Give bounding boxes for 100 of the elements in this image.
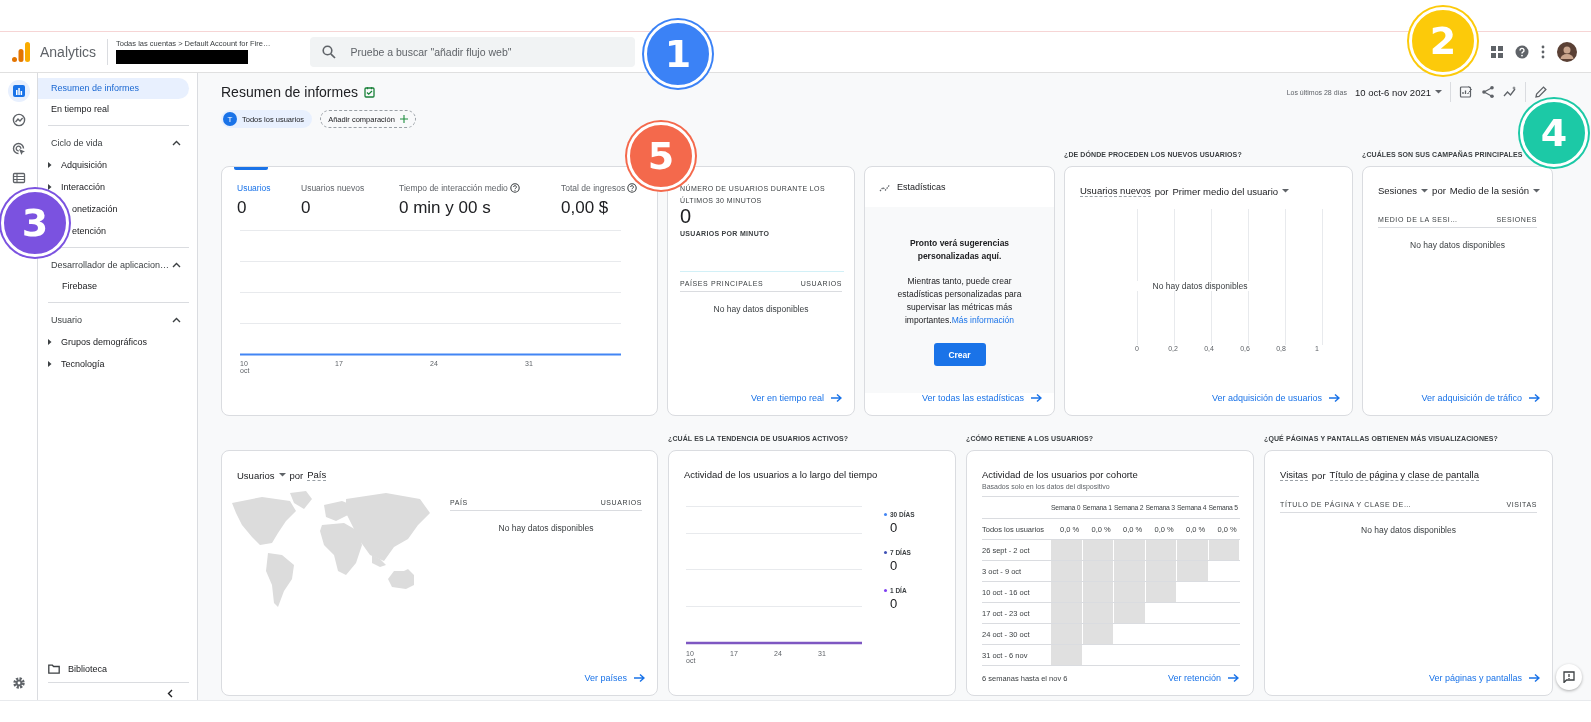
card-link[interactable]: Ver en tiempo real (750, 393, 842, 403)
card-link[interactable]: Ver todas las estadísticas (921, 393, 1042, 403)
card-link[interactable]: Ver adquisición de usuarios (1211, 393, 1340, 403)
search-icon (322, 45, 337, 59)
legend-value: 0 (890, 520, 899, 535)
library-link[interactable]: Biblioteca (38, 664, 189, 682)
card-title: Actividad de los usuarios por cohorte (981, 468, 1139, 480)
target-cursor-icon (11, 142, 26, 156)
gauge-icon (11, 113, 26, 127)
tab-indicator (234, 167, 268, 170)
empty-message: No hay datos disponibles (497, 523, 595, 533)
caret-icon (1435, 90, 1442, 94)
insights-message: Pronto verá sugerencias personalizadas aquí. (908, 237, 1011, 263)
dimension-dropdown[interactable]: Usuarios (237, 469, 286, 481)
nav-item[interactable]: En tiempo real (38, 99, 189, 120)
search-input[interactable]: Pruebe a buscar "añadir flujo web" (350, 37, 624, 67)
caret-icon (1282, 189, 1290, 193)
date-range-picker[interactable]: 10 oct-6 nov 2021 (1354, 86, 1442, 98)
caret-icon (1421, 188, 1429, 193)
empty-message: No hay datos disponibles (1409, 240, 1506, 250)
chevron-icon (172, 317, 181, 323)
collapse-chevron-icon[interactable] (167, 689, 173, 698)
help-icon (627, 183, 638, 193)
segment-initial: T (223, 112, 237, 126)
feedback-icon[interactable] (1563, 671, 1575, 683)
title-text: por (289, 469, 304, 481)
report-title: Resumen de informes (221, 84, 358, 100)
insights-icon[interactable] (1503, 85, 1517, 99)
checked-document-icon (363, 86, 375, 98)
help-icon (509, 183, 520, 193)
arrow-icon (1030, 393, 1042, 403)
bar-chart-icon (11, 84, 26, 98)
edit-chart-icon[interactable] (1459, 85, 1473, 99)
nav-item[interactable]: Tecnología (38, 358, 105, 370)
dimension-dropdown[interactable]: Primer medio del usuario (1172, 185, 1290, 197)
card-link[interactable]: Ver países (584, 673, 645, 683)
dimension-dropdown[interactable]: Sesiones (1378, 185, 1429, 196)
dimension-link[interactable]: Usuarios nuevos (1080, 185, 1151, 197)
callout-badge: 1 (644, 20, 712, 88)
empty-message: No hay datos disponibles (712, 304, 810, 314)
nav-item[interactable]: Adquisición (38, 159, 108, 171)
nav-section-header[interactable]: Ciclo de vida (51, 137, 189, 149)
title-text: por (1311, 469, 1326, 481)
rail-button[interactable] (7, 80, 30, 102)
insights-icon (879, 182, 891, 192)
realtime-value: 0 (680, 207, 693, 225)
metric-tab[interactable]: Total de ingresos 0,00 $ (561, 183, 638, 218)
more-icon[interactable] (1541, 45, 1545, 59)
card-link[interactable]: Ver páginas y pantallas (1428, 673, 1540, 683)
nav-section-header[interactable]: Usuario (51, 314, 189, 326)
arrow-icon (830, 393, 842, 403)
folder-icon (48, 664, 60, 674)
card-title: Estadísticas (897, 182, 946, 192)
search-field[interactable]: Pruebe a buscar "añadir flujo web" (310, 37, 636, 67)
nav-item[interactable]: Resumen de informes (38, 78, 189, 99)
chevron-icon (172, 140, 181, 146)
dimension-dropdown[interactable]: Medio de la sesión (1449, 185, 1541, 196)
arrow-icon (1528, 673, 1540, 683)
product-name: Analytics (40, 44, 97, 60)
logo-icon (11, 41, 31, 63)
nav-item[interactable]: Grupos demográficos (38, 336, 148, 348)
callout-badge: 2 (1409, 7, 1477, 75)
nav-item[interactable]: etención (72, 225, 107, 237)
insights-description: Mientras tanto, puede crear estadísticas personalizadas para supervisar las métricas más importantes.Más información (896, 275, 1023, 327)
apps-icon[interactable] (1491, 46, 1503, 58)
title-text: por (1154, 185, 1169, 197)
arrow-icon (1528, 393, 1540, 403)
card-link[interactable]: Ver adquisición de tráfico (1421, 393, 1540, 403)
nav-item[interactable]: Firebase (38, 276, 189, 297)
help-icon[interactable] (1515, 45, 1529, 59)
list-icon (11, 171, 26, 185)
chevron-icon (172, 262, 181, 268)
nav-section-header[interactable]: Desarrollador de aplicacion… (51, 259, 189, 271)
legend-value: 0 (890, 558, 899, 573)
share-icon[interactable] (1481, 85, 1495, 99)
caret-icon (1533, 188, 1541, 193)
collapsed-triangle-icon (47, 339, 52, 345)
settings-icon[interactable] (11, 676, 26, 690)
title-text: por (1432, 185, 1446, 196)
collapsed-triangle-icon (47, 162, 52, 168)
arrow-icon (633, 673, 645, 683)
metric-tab[interactable]: Tiempo de interacción medio 0 min y 00 s (399, 183, 561, 218)
metric-tab[interactable]: Usuarios 0 (237, 183, 301, 218)
plus-icon (399, 115, 408, 123)
dimension-link[interactable]: País (307, 469, 327, 481)
legend-value: 0 (890, 596, 899, 611)
dimension-link[interactable]: Título de página y clase de pantalla (1329, 469, 1479, 481)
pencil-icon[interactable] (1534, 85, 1548, 99)
create-button[interactable]: Crear (933, 343, 986, 366)
dimension-link[interactable]: Visitas (1280, 469, 1308, 481)
avatar[interactable] (1557, 42, 1577, 62)
metric-tab[interactable]: Usuarios nuevos 0 (301, 183, 399, 218)
card-link[interactable]: Ver retención (1167, 673, 1239, 683)
arrow-icon (1328, 393, 1340, 403)
card-title: Actividad de los usuarios a lo largo del tiempo (683, 468, 879, 480)
collapsed-triangle-icon (47, 184, 52, 190)
collapsed-triangle-icon (47, 361, 52, 367)
nav-item[interactable]: onetización (72, 203, 118, 215)
caret-icon (278, 473, 286, 477)
callout-badge: 3 (1, 189, 69, 257)
